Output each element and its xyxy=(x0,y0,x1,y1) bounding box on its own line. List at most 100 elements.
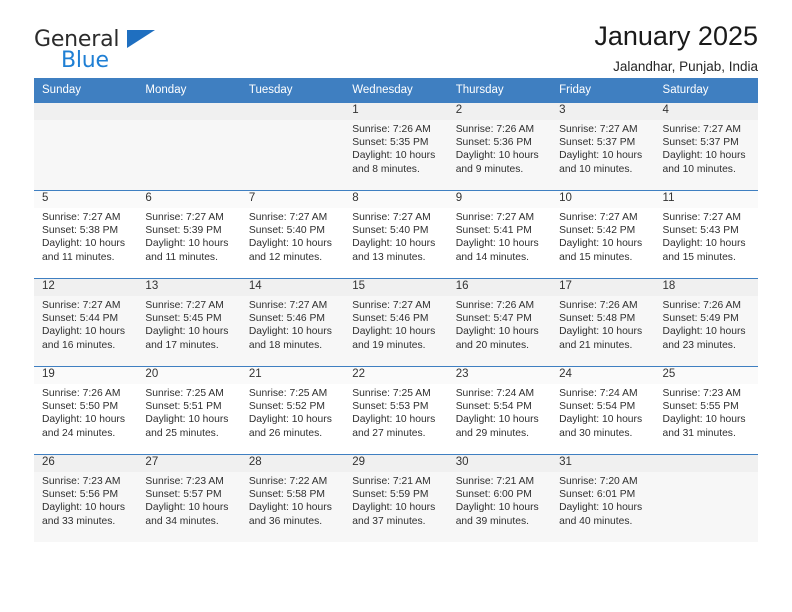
day-daylight-line2-text: and 40 minutes. xyxy=(559,515,633,527)
day-number: 20 xyxy=(137,367,241,384)
calendar-day[interactable]: 8 Sunrise: 7:27 AM Sunset: 5:40 PM Daylight… xyxy=(344,190,448,278)
calendar-day[interactable]: 21 Sunrise: 7:25 AM Sunset: 5:52 PM Dayligh… xyxy=(240,366,345,454)
calendar-cell: 6 Sunrise: 7:27 AM Sunset: 5:39 PM Daylight… xyxy=(137,190,241,278)
calendar-week-row: 12 Sunrise: 7:27 AM Sunset: 5:44 PM Dayligh… xyxy=(34,278,758,366)
calendar-cell xyxy=(654,454,758,542)
day-number xyxy=(654,455,758,472)
calendar-day[interactable]: 26 Sunrise: 7:23 AM Sunset: 5:56 PM Dayligh… xyxy=(34,454,138,542)
day-daylight-line1-text: Daylight: 10 hours xyxy=(559,150,643,162)
day-sun-info: Sunrise: 7:23 AM Sunset: 5:56 PM Daylight:… xyxy=(34,472,138,528)
day-sunrise-text: Sunrise: 7:27 AM xyxy=(559,212,638,223)
day-number: 11 xyxy=(654,191,758,208)
calendar-day[interactable]: 6 Sunrise: 7:27 AM Sunset: 5:39 PM Daylight… xyxy=(137,190,241,278)
calendar-day[interactable]: 19 Sunrise: 7:26 AM Sunset: 5:50 PM Dayligh… xyxy=(34,366,138,454)
calendar-day[interactable]: 15 Sunrise: 7:27 AM Sunset: 5:46 PM Dayligh… xyxy=(344,278,448,366)
calendar-cell: 30 Sunrise: 7:21 AM Sunset: 6:00 PM Dayligh… xyxy=(447,454,552,542)
calendar-day[interactable]: 13 Sunrise: 7:27 AM Sunset: 5:45 PM Dayligh… xyxy=(137,278,241,366)
day-sunrise-text: Sunrise: 7:27 AM xyxy=(352,212,431,223)
day-number: 8 xyxy=(344,191,448,208)
calendar-day[interactable]: 1 Sunrise: 7:26 AM Sunset: 5:35 PM Daylight… xyxy=(344,102,448,190)
calendar-cell: 26 Sunrise: 7:23 AM Sunset: 5:56 PM Dayligh… xyxy=(34,454,138,542)
calendar-day[interactable]: 20 Sunrise: 7:25 AM Sunset: 5:51 PM Dayligh… xyxy=(137,366,241,454)
day-sun-info: Sunrise: 7:26 AM Sunset: 5:36 PM Daylight:… xyxy=(447,120,552,176)
day-sunset-text: Sunset: 6:01 PM xyxy=(559,489,636,501)
weekday-header-thursday: Thursday xyxy=(447,78,552,102)
day-daylight-line1-text: Daylight: 10 hours xyxy=(559,326,643,338)
calendar-day[interactable]: 22 Sunrise: 7:25 AM Sunset: 5:53 PM Dayligh… xyxy=(344,366,448,454)
day-number: 2 xyxy=(447,103,552,120)
day-sunset-text: Sunset: 5:35 PM xyxy=(352,137,429,149)
calendar-day[interactable]: 12 Sunrise: 7:27 AM Sunset: 5:44 PM Dayligh… xyxy=(34,278,138,366)
calendar-day[interactable]: 28 Sunrise: 7:22 AM Sunset: 5:58 PM Dayligh… xyxy=(240,454,345,542)
day-sunset-text: Sunset: 5:47 PM xyxy=(455,313,532,325)
calendar-cell: 18 Sunrise: 7:26 AM Sunset: 5:49 PM Dayligh… xyxy=(654,278,758,366)
calendar-day[interactable]: 11 Sunrise: 7:27 AM Sunset: 5:43 PM Dayligh… xyxy=(654,190,758,278)
day-daylight-line1-text: Daylight: 10 hours xyxy=(248,414,332,426)
day-daylight-line2-text: and 17 minutes. xyxy=(145,339,219,351)
calendar-cell: 24 Sunrise: 7:24 AM Sunset: 5:54 PM Dayligh… xyxy=(551,366,655,454)
day-sunset-text: Sunset: 5:45 PM xyxy=(145,313,222,325)
calendar-day[interactable]: 30 Sunrise: 7:21 AM Sunset: 6:00 PM Dayligh… xyxy=(447,454,552,542)
calendar-day[interactable]: 14 Sunrise: 7:27 AM Sunset: 5:46 PM Dayligh… xyxy=(240,278,345,366)
day-sunset-text: Sunset: 5:41 PM xyxy=(455,225,532,237)
day-sunset-text: Sunset: 5:54 PM xyxy=(559,401,636,413)
calendar-day[interactable]: 29 Sunrise: 7:21 AM Sunset: 5:59 PM Dayligh… xyxy=(344,454,448,542)
day-sun-info: Sunrise: 7:26 AM Sunset: 5:49 PM Daylight:… xyxy=(654,296,758,352)
calendar-table: Sunday Monday Tuesday Wednesday Thursday… xyxy=(34,78,758,542)
day-sun-info: Sunrise: 7:27 AM Sunset: 5:40 PM Daylight:… xyxy=(241,208,344,264)
calendar-day[interactable]: 5 Sunrise: 7:27 AM Sunset: 5:38 PM Daylight… xyxy=(34,190,138,278)
title-block: January 2025 Jalandhar, Punjab, India xyxy=(594,22,758,75)
calendar-day[interactable]: 10 Sunrise: 7:27 AM Sunset: 5:42 PM Dayligh… xyxy=(551,190,655,278)
weekday-header-saturday: Saturday xyxy=(654,78,758,102)
day-sun-info: Sunrise: 7:21 AM Sunset: 6:00 PM Daylight:… xyxy=(447,472,552,528)
calendar-cell: 14 Sunrise: 7:27 AM Sunset: 5:46 PM Dayligh… xyxy=(240,278,345,366)
day-sunset-text: Sunset: 5:53 PM xyxy=(352,401,429,413)
day-daylight-line2-text: and 11 minutes. xyxy=(42,251,115,263)
day-daylight-line1-text: Daylight: 10 hours xyxy=(662,150,746,162)
day-sun-info xyxy=(34,120,138,123)
page-header: General Blue January 2025 Jalandhar, Pun… xyxy=(34,0,758,78)
calendar-day[interactable]: 23 Sunrise: 7:24 AM Sunset: 5:54 PM Dayligh… xyxy=(447,366,552,454)
day-sunrise-text: Sunrise: 7:27 AM xyxy=(662,124,741,135)
day-sunset-text: Sunset: 5:37 PM xyxy=(662,137,739,149)
day-number: 14 xyxy=(240,279,345,296)
calendar-day[interactable]: 31 Sunrise: 7:20 AM Sunset: 6:01 PM Dayligh… xyxy=(551,454,655,542)
day-sun-info: Sunrise: 7:26 AM Sunset: 5:47 PM Daylight:… xyxy=(447,296,552,352)
day-sunrise-text: Sunrise: 7:25 AM xyxy=(352,388,431,399)
calendar-cell: 5 Sunrise: 7:27 AM Sunset: 5:38 PM Daylight… xyxy=(34,190,138,278)
calendar-cell xyxy=(240,102,345,190)
day-sun-info: Sunrise: 7:23 AM Sunset: 5:55 PM Daylight:… xyxy=(655,384,758,440)
calendar-page: General Blue January 2025 Jalandhar, Pun… xyxy=(0,0,792,612)
calendar-cell: 3 Sunrise: 7:27 AM Sunset: 5:37 PM Daylight… xyxy=(551,102,655,190)
calendar-day[interactable]: 9 Sunrise: 7:27 AM Sunset: 5:41 PM Daylight… xyxy=(447,190,552,278)
day-sunrise-text: Sunrise: 7:23 AM xyxy=(42,476,121,487)
calendar-day[interactable]: 2 Sunrise: 7:26 AM Sunset: 5:36 PM Daylight… xyxy=(447,102,552,190)
calendar-day[interactable]: 24 Sunrise: 7:24 AM Sunset: 5:54 PM Dayligh… xyxy=(551,366,655,454)
calendar-day[interactable]: 27 Sunrise: 7:23 AM Sunset: 5:57 PM Dayligh… xyxy=(137,454,241,542)
day-sun-info: Sunrise: 7:26 AM Sunset: 5:48 PM Daylight:… xyxy=(551,296,655,352)
day-sunrise-text: Sunrise: 7:26 AM xyxy=(662,300,741,311)
day-sunset-text: Sunset: 5:58 PM xyxy=(248,489,325,501)
day-daylight-line2-text: and 8 minutes. xyxy=(352,163,420,175)
day-daylight-line2-text: and 33 minutes. xyxy=(42,515,116,527)
calendar-day[interactable]: 16 Sunrise: 7:26 AM Sunset: 5:47 PM Dayligh… xyxy=(447,278,552,366)
day-daylight-line1-text: Daylight: 10 hours xyxy=(42,326,125,338)
calendar-day[interactable]: 7 Sunrise: 7:27 AM Sunset: 5:40 PM Daylight… xyxy=(240,190,345,278)
day-daylight-line2-text: and 20 minutes. xyxy=(455,339,529,351)
day-sunrise-text: Sunrise: 7:27 AM xyxy=(248,212,328,223)
calendar-day[interactable]: 3 Sunrise: 7:27 AM Sunset: 5:37 PM Daylight… xyxy=(551,102,655,190)
calendar-day[interactable]: 17 Sunrise: 7:26 AM Sunset: 5:48 PM Dayligh… xyxy=(551,278,655,366)
weekday-header-friday: Friday xyxy=(551,78,655,102)
calendar-cell: 28 Sunrise: 7:22 AM Sunset: 5:58 PM Dayligh… xyxy=(240,454,345,542)
calendar-day[interactable]: 25 Sunrise: 7:23 AM Sunset: 5:55 PM Dayligh… xyxy=(654,366,758,454)
day-sunset-text: Sunset: 5:46 PM xyxy=(352,313,429,325)
day-number: 29 xyxy=(344,455,448,472)
day-sunset-text: Sunset: 5:38 PM xyxy=(42,225,119,237)
calendar-day[interactable]: 4 Sunrise: 7:27 AM Sunset: 5:37 PM Daylight… xyxy=(654,102,758,190)
day-sun-info: Sunrise: 7:27 AM Sunset: 5:37 PM Daylight:… xyxy=(654,120,758,176)
calendar-day[interactable]: 18 Sunrise: 7:26 AM Sunset: 5:49 PM Dayligh… xyxy=(654,278,758,366)
day-sun-info: Sunrise: 7:20 AM Sunset: 6:01 PM Daylight:… xyxy=(551,472,655,528)
calendar-cell: 2 Sunrise: 7:26 AM Sunset: 5:36 PM Daylight… xyxy=(447,102,552,190)
day-sun-info: Sunrise: 7:27 AM Sunset: 5:43 PM Daylight:… xyxy=(655,208,758,264)
day-sunset-text: Sunset: 5:36 PM xyxy=(455,137,532,149)
